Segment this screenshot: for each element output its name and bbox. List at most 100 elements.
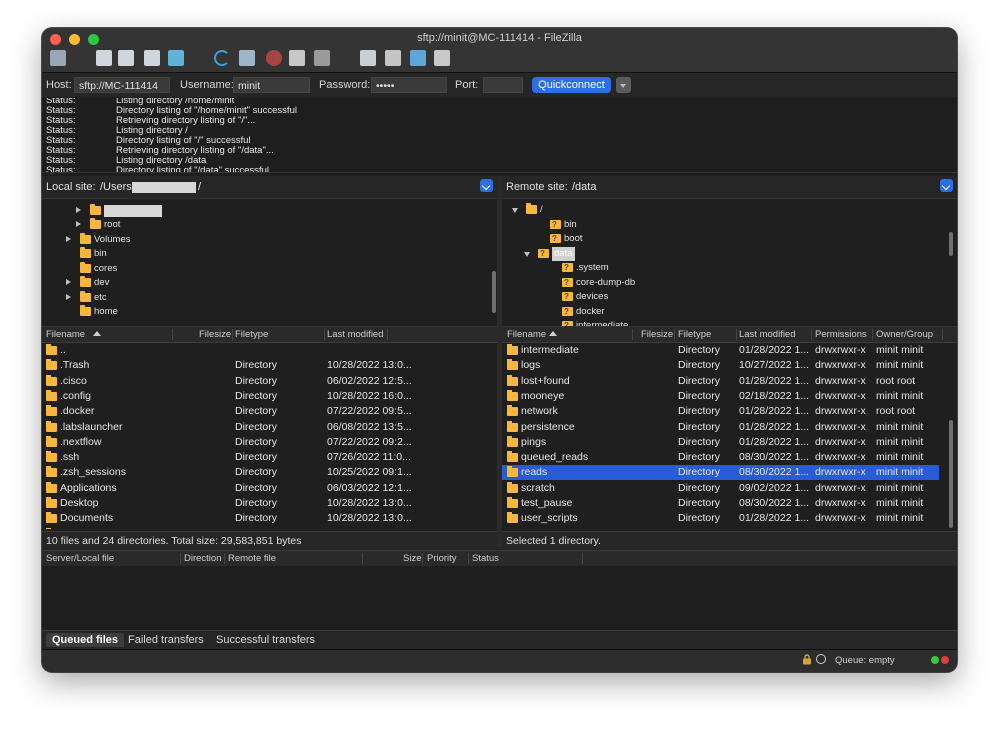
queue-column-status[interactable]: Status bbox=[472, 553, 499, 564]
tree-item-redacted[interactable] bbox=[76, 204, 216, 218]
local-site-dropdown[interactable] bbox=[480, 179, 493, 192]
table-row[interactable]: Desktop Directory 10/28/2022 13:0... bbox=[42, 496, 497, 511]
column-separator[interactable] bbox=[422, 553, 423, 564]
cancel-icon[interactable] bbox=[264, 48, 284, 68]
column-separator[interactable] bbox=[232, 329, 233, 340]
queue-column-server-local-file[interactable]: Server/Local file bbox=[46, 553, 114, 564]
column-header-filetype[interactable]: Filetype bbox=[235, 329, 268, 340]
quickconnect-history-dropdown[interactable] bbox=[616, 77, 631, 93]
queue-column-size[interactable]: Size bbox=[403, 553, 421, 564]
speed-limit-icon[interactable] bbox=[816, 654, 826, 664]
quickconnect-button[interactable]: Quickconnect bbox=[532, 77, 611, 93]
expand-arrow-icon[interactable] bbox=[66, 293, 71, 300]
column-separator[interactable] bbox=[468, 553, 469, 564]
port-input[interactable] bbox=[483, 77, 523, 93]
remote-site-path[interactable]: /data bbox=[572, 181, 596, 193]
directory-listing-filters-icon[interactable] bbox=[358, 48, 378, 68]
column-separator[interactable] bbox=[674, 329, 675, 340]
table-row[interactable]: persistence Directory 01/28/2022 1... drwxr… bbox=[502, 420, 939, 435]
expand-arrow-icon[interactable] bbox=[76, 207, 81, 213]
column-separator[interactable] bbox=[942, 329, 943, 340]
search-icon[interactable] bbox=[432, 48, 452, 68]
host-input[interactable]: sftp://MC-111414 bbox=[74, 77, 170, 93]
table-row[interactable]: Documents Directory 10/28/2022 13:0... bbox=[42, 511, 497, 526]
process-queue-icon[interactable] bbox=[237, 48, 257, 68]
tree-item-intermediate[interactable]: intermediate bbox=[548, 319, 748, 326]
local-tree-scrollbar[interactable] bbox=[492, 271, 496, 313]
table-row[interactable]: mooneye Directory 02/18/2022 1... drwxrwxr-… bbox=[502, 389, 939, 404]
column-separator[interactable] bbox=[362, 553, 363, 564]
column-header-filename[interactable]: Filename bbox=[46, 329, 85, 340]
column-header-filesize[interactable]: Filesize bbox=[199, 329, 231, 340]
compare-icon[interactable] bbox=[383, 48, 403, 68]
column-separator[interactable] bbox=[811, 329, 812, 340]
tree-item-bin[interactable]: bin bbox=[536, 218, 736, 232]
column-separator[interactable] bbox=[872, 329, 873, 340]
table-row[interactable]: logs Directory 10/27/2022 1... drwxrwxr-x mi… bbox=[502, 358, 939, 373]
sync-browsing-icon[interactable] bbox=[408, 48, 428, 68]
tab-queued-files[interactable]: Queued files bbox=[46, 633, 125, 647]
tab-failed-transfers[interactable]: Failed transfers bbox=[122, 633, 210, 647]
table-row[interactable]: .zsh_sessions Directory 10/25/2022 09:1... bbox=[42, 465, 497, 480]
table-row[interactable]: scratch Directory 09/02/2022 1... drwxrwxr-… bbox=[502, 481, 939, 496]
remote-site-dropdown[interactable] bbox=[940, 179, 953, 192]
message-log-icon[interactable] bbox=[94, 48, 114, 68]
table-row[interactable]: .nextflow Directory 07/22/2022 09:2... bbox=[42, 435, 497, 450]
site-manager-icon[interactable] bbox=[48, 48, 68, 68]
tab-successful-transfers[interactable]: Successful transfers bbox=[210, 633, 321, 647]
column-header-filesize[interactable]: Filesize bbox=[641, 329, 673, 340]
tree-item-boot[interactable]: boot bbox=[536, 232, 736, 246]
tree-item-root[interactable]: / bbox=[512, 203, 712, 217]
reconnect-icon[interactable] bbox=[312, 48, 332, 68]
tree-item-docker[interactable]: docker bbox=[548, 305, 748, 319]
tree-item-dev[interactable]: dev bbox=[66, 276, 266, 290]
tree-item-etc[interactable]: etc bbox=[66, 290, 266, 305]
column-separator[interactable] bbox=[224, 553, 225, 564]
tree-item-data[interactable]: data bbox=[524, 246, 724, 261]
table-row[interactable]: Downloads Directory 10/28/2022 15:5... bbox=[42, 527, 497, 529]
expand-arrow-icon[interactable] bbox=[66, 235, 71, 242]
tree-item-devices[interactable]: devices bbox=[548, 290, 748, 304]
expand-arrow-icon[interactable] bbox=[66, 279, 71, 285]
column-header-last-modified[interactable]: Last modified bbox=[739, 329, 796, 340]
queue-column-remote-file[interactable]: Remote file bbox=[228, 553, 276, 564]
column-header-filename[interactable]: Filename bbox=[507, 329, 546, 340]
table-row[interactable]: .cisco Directory 06/02/2022 12:5... bbox=[42, 374, 497, 389]
collapse-arrow-icon[interactable] bbox=[512, 208, 518, 213]
table-row[interactable]: intermediate Directory 01/28/2022 1... drwx… bbox=[502, 343, 939, 358]
column-separator[interactable] bbox=[172, 329, 173, 340]
tree-item-bin[interactable]: bin bbox=[66, 247, 266, 261]
disconnect-icon[interactable] bbox=[287, 48, 307, 68]
table-row[interactable]: Applications Directory 06/03/2022 12:1... bbox=[42, 481, 497, 496]
table-row[interactable]: lost+found Directory 01/28/2022 1... drwxrw… bbox=[502, 374, 939, 389]
local-tree-icon[interactable] bbox=[116, 48, 136, 68]
table-row[interactable]: network Directory 01/28/2022 1... drwxrwxr-… bbox=[502, 404, 939, 419]
column-separator[interactable] bbox=[324, 329, 325, 340]
tree-item-system[interactable]: .system bbox=[548, 261, 748, 275]
table-row[interactable]: queued_reads Directory 08/30/2022 1... drwx… bbox=[502, 450, 939, 465]
expand-arrow-icon[interactable] bbox=[76, 221, 81, 227]
table-row[interactable]: .docker Directory 07/22/2022 09:5... bbox=[42, 404, 497, 419]
table-row[interactable]: .. bbox=[42, 343, 497, 358]
table-row[interactable]: .ssh Directory 07/26/2022 11:0... bbox=[42, 450, 497, 465]
queue-column-priority[interactable]: Priority bbox=[427, 553, 457, 564]
tree-item-home[interactable]: home bbox=[66, 305, 266, 319]
local-site-path[interactable]: /Users/ bbox=[100, 181, 135, 193]
refresh-icon[interactable] bbox=[212, 48, 232, 68]
transfer-queue-icon[interactable] bbox=[166, 48, 186, 68]
column-header-owner-group[interactable]: Owner/Group bbox=[876, 329, 933, 340]
tree-item-cores[interactable]: cores bbox=[66, 261, 266, 276]
tree-item-volumes[interactable]: Volumes bbox=[66, 232, 266, 247]
column-header-permissions[interactable]: Permissions bbox=[815, 329, 867, 340]
column-separator[interactable] bbox=[180, 553, 181, 564]
remote-tree-scrollbar[interactable] bbox=[949, 232, 953, 256]
password-input[interactable]: ••••• bbox=[371, 77, 447, 93]
table-row[interactable]: .config Directory 10/28/2022 16:0... bbox=[42, 389, 497, 404]
table-row[interactable]: test_pause Directory 08/30/2022 1... drwxrw… bbox=[502, 496, 939, 511]
tree-item-core-dump-db[interactable]: core-dump-db bbox=[548, 276, 748, 290]
table-row[interactable]: .Trash Directory 10/28/2022 13:0... bbox=[42, 358, 497, 373]
table-row[interactable]: user_scripts Directory 01/28/2022 1... drwx… bbox=[502, 511, 939, 526]
queue-column-direction[interactable]: Direction bbox=[184, 553, 222, 564]
tree-item-root[interactable]: root bbox=[76, 218, 276, 232]
column-separator[interactable] bbox=[632, 329, 633, 340]
